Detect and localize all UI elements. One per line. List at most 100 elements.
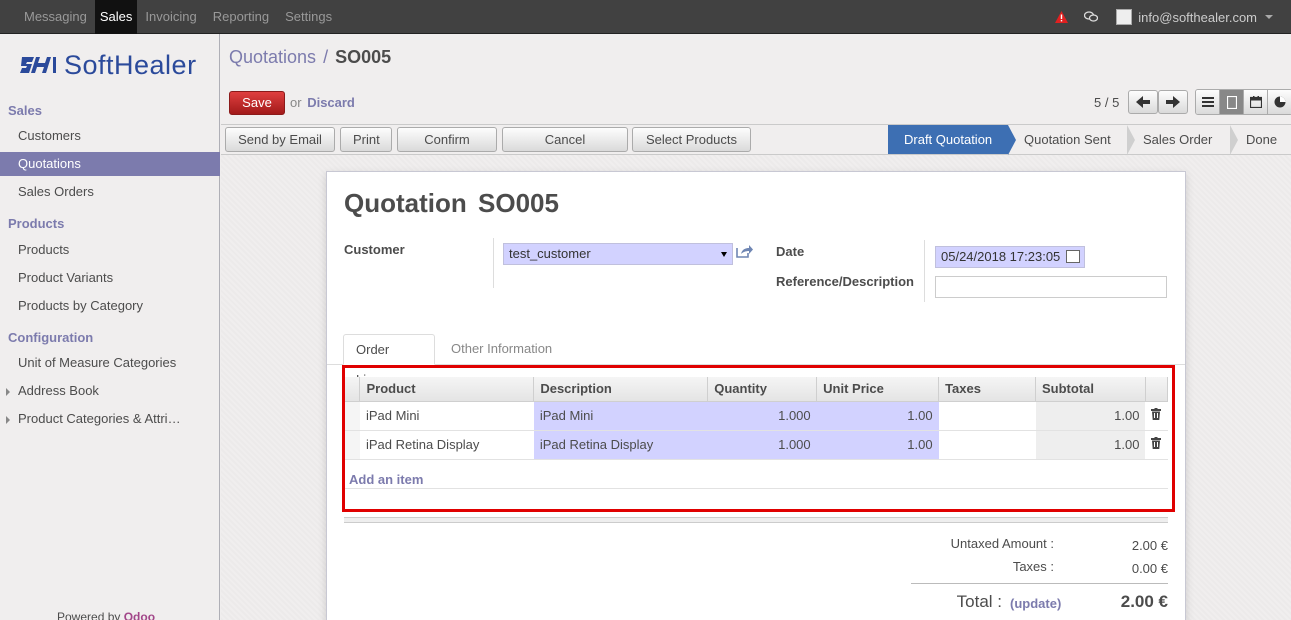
expand-icon[interactable] (6, 388, 10, 396)
warning-icon[interactable] (1055, 11, 1069, 23)
menu-invoicing[interactable]: Invoicing (140, 0, 201, 34)
add-item-link[interactable]: Add an item (349, 472, 423, 487)
cell-product[interactable]: iPad Retina Display (359, 430, 534, 460)
taxes-value: 0.00 € (1131, 561, 1168, 576)
menu-settings[interactable]: Settings (280, 0, 337, 34)
section-products: Products (8, 216, 65, 231)
delete-row[interactable] (1145, 401, 1168, 431)
menu-messaging[interactable]: Messaging (19, 0, 92, 34)
form-content: Quotation SO005 Customer test_customer D… (221, 155, 1291, 620)
calendar-icon[interactable] (1066, 250, 1080, 263)
sidebar-item-customers[interactable]: Customers (0, 124, 220, 148)
company-logo[interactable]: SoftHealer (20, 50, 202, 80)
untaxed-amount-label: Untaxed Amount : (950, 536, 1054, 551)
table-bottom-line (344, 488, 1168, 489)
table-row[interactable]: iPad Mini iPad Mini 1.000 1.00 1.00 (344, 401, 1168, 431)
column-delete (1145, 377, 1169, 402)
cell-product[interactable]: iPad Mini (359, 401, 534, 431)
discard-link[interactable]: Discard (307, 95, 355, 110)
stage-sales-order[interactable]: Sales Order (1127, 125, 1238, 155)
menu-sales[interactable]: Sales (94, 0, 138, 34)
stage-label: Quotation Sent (1024, 132, 1111, 147)
title-number: SO005 (478, 188, 559, 218)
column-description[interactable]: Description (533, 377, 709, 402)
sidebar-item-sales-orders[interactable]: Sales Orders (0, 180, 220, 204)
calendar-view-button[interactable] (1244, 90, 1268, 114)
drag-handle-icon[interactable] (344, 401, 360, 431)
table-row[interactable]: iPad Retina Display iPad Retina Display … (344, 430, 1168, 460)
print-button[interactable]: Print (340, 127, 392, 152)
sidebar-item-uom-categories[interactable]: Unit of Measure Categories (0, 351, 220, 375)
odoo-link[interactable]: Odoo (124, 610, 155, 620)
select-products-button[interactable]: Select Products (632, 127, 751, 152)
graph-view-button[interactable] (1268, 90, 1291, 114)
sidebar-item-products-by-category[interactable]: Products by Category (0, 294, 220, 318)
trash-icon[interactable] (1151, 408, 1162, 420)
cell-subtotal: 1.00 (1035, 430, 1146, 460)
pager-next-button[interactable] (1158, 90, 1188, 114)
save-button[interactable]: Save (229, 91, 285, 115)
pager-previous-button[interactable] (1128, 90, 1158, 114)
stage-draft-quotation[interactable]: Draft Quotation (888, 125, 1016, 155)
cell-description[interactable]: iPad Retina Display (533, 430, 708, 460)
cell-taxes[interactable] (938, 401, 1036, 431)
menu-reporting[interactable]: Reporting (208, 0, 274, 34)
sidebar-item-quotations[interactable]: Quotations (0, 152, 220, 176)
send-by-email-button[interactable]: Send by Email (225, 127, 335, 152)
breadcrumb-current: SO005 (335, 47, 392, 67)
breadcrumb-quotations[interactable]: Quotations (229, 47, 316, 67)
chevron-down-icon (721, 252, 727, 257)
column-taxes[interactable]: Taxes (938, 377, 1036, 402)
cell-quantity[interactable]: 1.000 (707, 401, 817, 431)
avatar (1116, 9, 1133, 25)
confirm-sale-button[interactable]: Confirm Sale (397, 127, 497, 170)
reference-label: Reference/Description (776, 274, 914, 289)
drag-handle-icon[interactable] (344, 430, 360, 460)
table-header-row: Product Description Quantity Unit Price … (344, 377, 1169, 402)
cell-description[interactable]: iPad Mini (533, 401, 708, 431)
list-view-button[interactable] (1196, 90, 1220, 114)
cell-unit-price[interactable]: 1.00 (816, 430, 939, 460)
total-label: Total : (956, 592, 1002, 611)
column-subtotal[interactable]: Subtotal (1035, 377, 1146, 402)
column-product[interactable]: Product (359, 377, 535, 402)
pager-value: 5 / 5 (1094, 95, 1120, 110)
cancel-quotation-button[interactable]: Cancel Quotation (502, 127, 628, 170)
user-menu[interactable]: info@softhealer.com (1116, 9, 1273, 25)
stage-done[interactable]: Done (1230, 125, 1291, 154)
cell-taxes[interactable] (938, 430, 1036, 460)
external-link-icon[interactable] (736, 244, 753, 261)
powered-by-label: Powered by (57, 610, 121, 620)
tab-other-information[interactable]: Other Information (439, 334, 569, 365)
cell-quantity[interactable]: 1.000 (707, 430, 817, 460)
form-view-button[interactable] (1220, 90, 1244, 114)
sidebar-item-product-variants[interactable]: Product Variants (0, 266, 220, 290)
untaxed-amount-value: 2.00 € (1131, 538, 1168, 553)
powered-by: Powered by Odoo (57, 610, 155, 620)
trash-icon[interactable] (1151, 437, 1162, 449)
column-quantity[interactable]: Quantity (707, 377, 818, 402)
chat-icon[interactable] (1084, 11, 1099, 23)
column-unit-price[interactable]: Unit Price (816, 377, 940, 402)
customer-select[interactable]: test_customer (503, 243, 733, 265)
cell-unit-price[interactable]: 1.00 (816, 401, 939, 431)
top-right-tools: info@softhealer.com (1055, 0, 1273, 34)
stage-quotation-sent[interactable]: Quotation Sent (1008, 125, 1135, 155)
top-navbar: Messaging Sales Invoicing Reporting Sett… (0, 0, 1291, 34)
stage-label: Done (1246, 132, 1278, 147)
stage-label: Sales Order (1143, 132, 1213, 147)
sidebar-item-address-book[interactable]: Address Book (0, 379, 220, 403)
form-icon (1226, 95, 1237, 109)
delete-row[interactable] (1145, 430, 1168, 460)
expand-icon[interactable] (6, 416, 10, 424)
arrow-right-icon (1166, 96, 1180, 108)
tab-order-lines[interactable]: Order Lines (343, 334, 435, 387)
reference-input[interactable] (935, 276, 1167, 298)
sidebar-item-products[interactable]: Products (0, 238, 220, 262)
control-panel: Quotations / SO005 Save or Discard 5 / 5 (221, 34, 1291, 124)
logo-text: SoftHealer (64, 50, 197, 80)
stage-label: Draft Quotation (904, 132, 993, 147)
date-input[interactable]: 05/24/2018 17:23:05 (935, 246, 1085, 268)
update-link[interactable]: (update) (1010, 596, 1061, 611)
sidebar-item-product-categories[interactable]: Product Categories & Attri… (0, 407, 220, 431)
